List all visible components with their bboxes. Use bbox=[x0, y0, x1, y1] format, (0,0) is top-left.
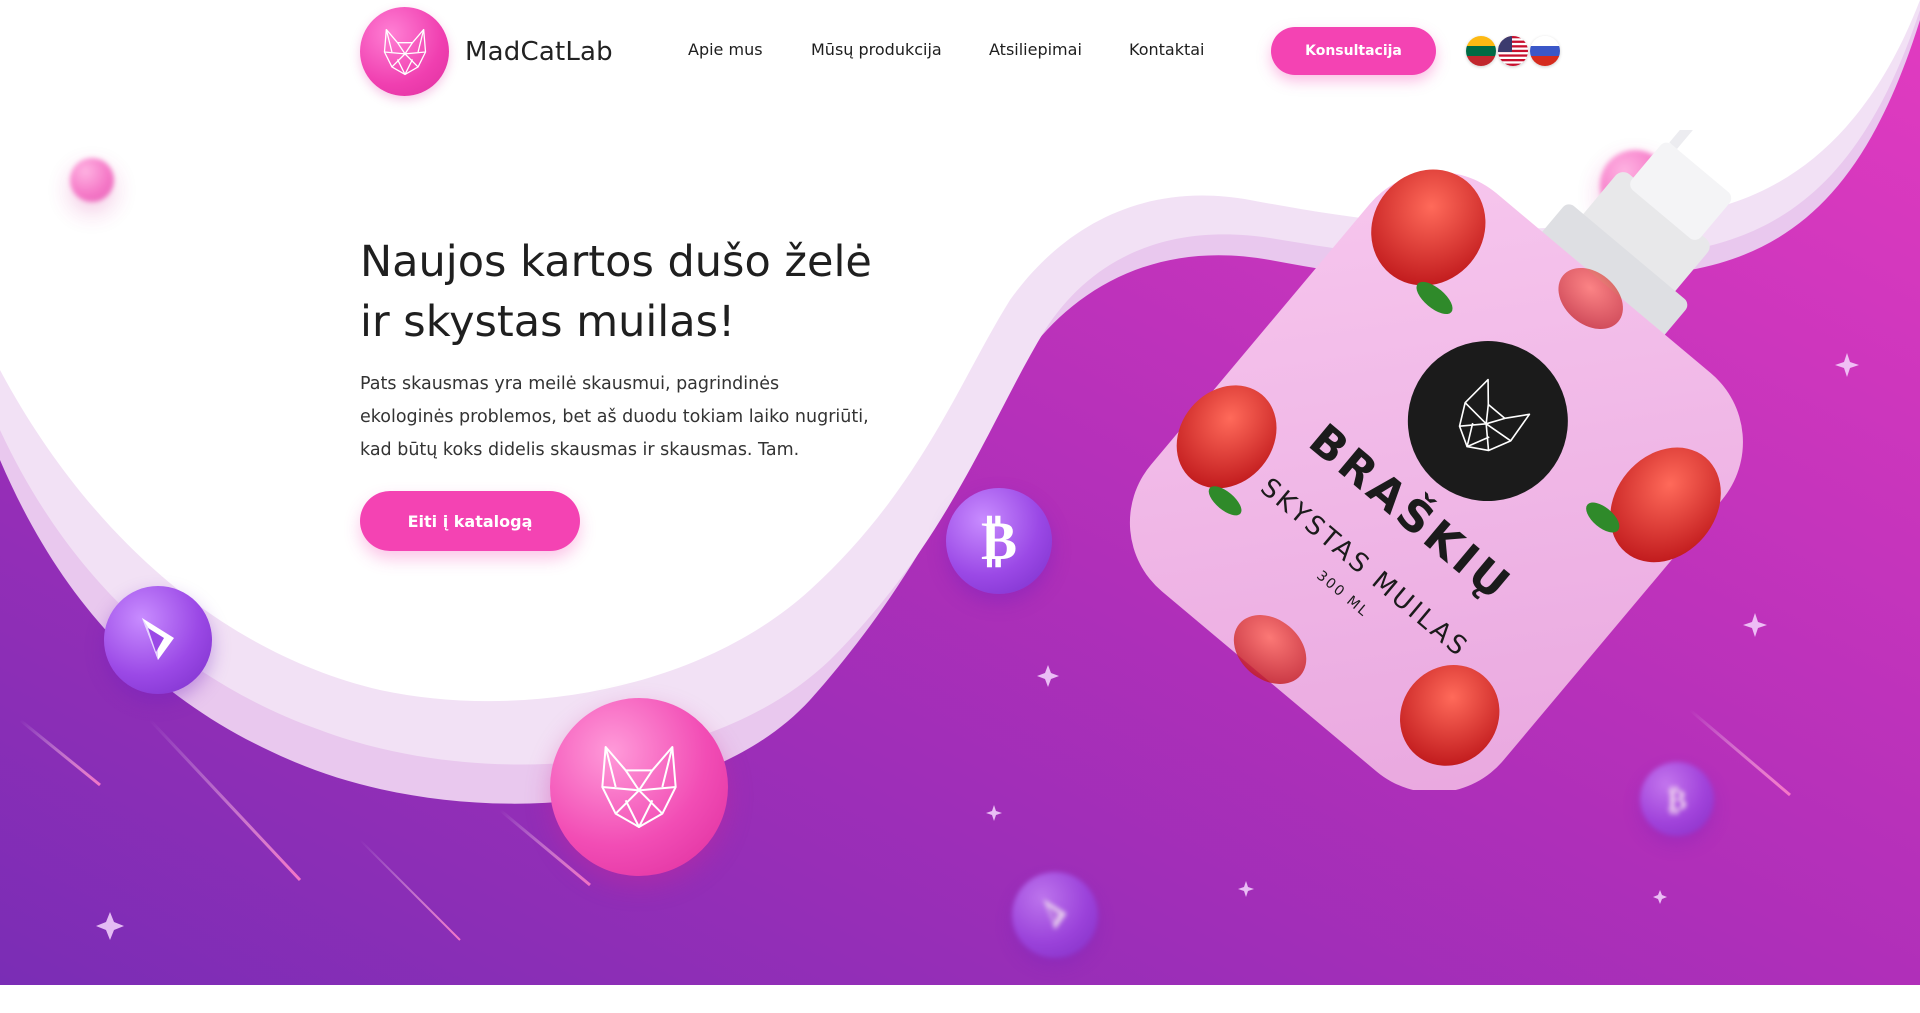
ethereum-coin-icon bbox=[1012, 872, 1098, 958]
svg-text:₿: ₿ bbox=[981, 511, 1017, 571]
cat-geometric-icon bbox=[360, 7, 449, 96]
nav-item-produkcija[interactable]: Mūsų produkcija bbox=[811, 40, 942, 59]
hero-description-line: kad būtų koks didelis skausmas ir skausm… bbox=[360, 440, 800, 460]
catalog-button[interactable]: Eiti į katalogą bbox=[360, 491, 580, 551]
hero-description-line: Pats skausmas yra meilė skausmui, pagrin… bbox=[360, 374, 780, 394]
site-header: MadCatLab Apie mus Mūsų produkcija Atsil… bbox=[0, 0, 1920, 110]
cat-coin-icon bbox=[550, 698, 728, 876]
hero-title: Naujos kartos dušo želė ir skystas muila… bbox=[360, 232, 960, 352]
russia-flag-icon[interactable] bbox=[1530, 36, 1560, 66]
hero-description: Pats skausmas yra meilė skausmui, pagrin… bbox=[360, 368, 920, 467]
nav-item-kontaktai[interactable]: Kontaktai bbox=[1129, 40, 1205, 59]
hero-title-line: Naujos kartos dušo želė bbox=[360, 237, 872, 287]
bitcoin-coin-icon: ₿ bbox=[946, 488, 1052, 594]
usa-flag-icon[interactable] bbox=[1498, 36, 1528, 66]
lithuania-flag-icon[interactable] bbox=[1466, 36, 1496, 66]
consultation-button[interactable]: Konsultacija bbox=[1271, 27, 1436, 75]
ethereum-coin-icon bbox=[104, 586, 212, 694]
hero-description-line: ekologinės problemos, bet aš duodu tokia… bbox=[360, 407, 869, 427]
blurred-coin-icon bbox=[70, 158, 114, 202]
logo[interactable]: MadCatLab bbox=[360, 7, 613, 96]
strawberry-soap-bottle-icon: BRAŠKIŲ SKYSTAS MUILAS 300 ML bbox=[1080, 27, 1780, 793]
brand-name: MadCatLab bbox=[465, 36, 613, 67]
nav-item-atsiliepimai[interactable]: Atsiliepimai bbox=[989, 40, 1082, 59]
hero-title-line: ir skystas muilas! bbox=[360, 297, 736, 347]
page-bottom-strip bbox=[0, 985, 1920, 1013]
nav-item-apie-mus[interactable]: Apie mus bbox=[688, 40, 763, 59]
